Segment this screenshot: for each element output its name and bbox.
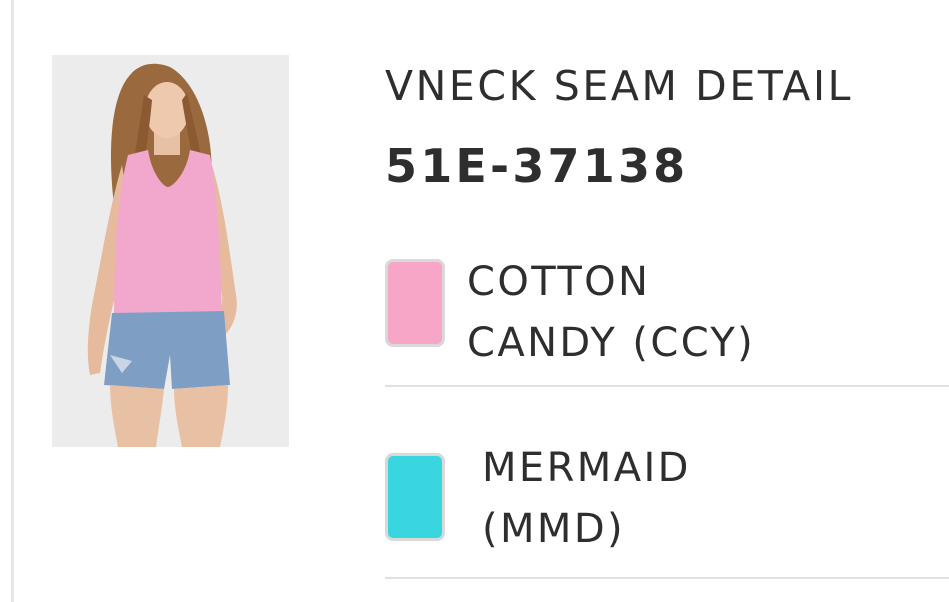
color-swatch-cotton-candy[interactable] xyxy=(385,259,445,347)
product-title: VNECK SEAM DETAIL xyxy=(385,62,854,110)
divider xyxy=(385,385,949,387)
color-label-cotton-candy: COTTON CANDY (CCY) xyxy=(467,259,756,366)
color-option-mermaid[interactable]: MERMAID (MMD) xyxy=(385,445,949,588)
product-image[interactable] xyxy=(52,55,289,447)
product-photo-icon xyxy=(52,55,289,447)
color-option-cotton-candy[interactable]: COTTON CANDY (CCY) xyxy=(385,252,949,392)
product-sku: 51E-37138 xyxy=(385,139,689,193)
divider xyxy=(385,577,949,579)
left-border xyxy=(11,0,14,602)
color-swatch-mermaid[interactable] xyxy=(385,453,445,541)
color-label-mermaid: MERMAID (MMD) xyxy=(482,445,691,552)
